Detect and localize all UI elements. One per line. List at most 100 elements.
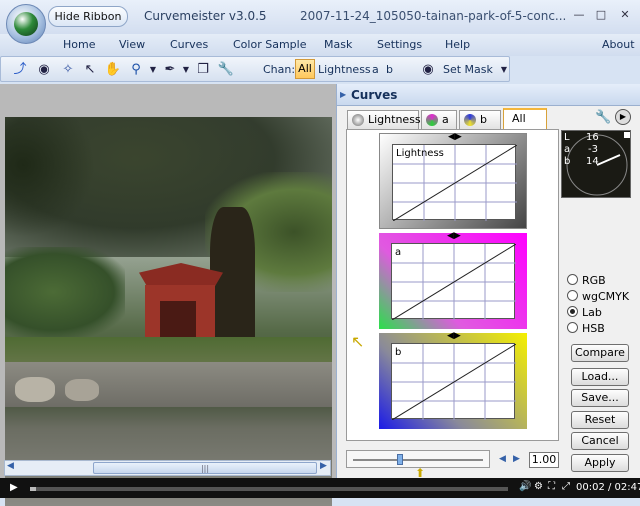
hand-icon[interactable]: ✋ (104, 61, 122, 79)
a-channel-icon (426, 114, 438, 126)
curves-panel: ▶ Curves Lightness a b All ◀▶ Lightness … (336, 84, 640, 480)
curves-header: ▶ Curves (337, 84, 640, 106)
tab-lightness[interactable]: Lightness (347, 110, 421, 129)
media-progress[interactable] (30, 487, 508, 491)
play-icon[interactable]: ▶ (10, 482, 18, 493)
lightness-icon (352, 114, 364, 126)
color-gauge: L 16 a -3 b 14 (561, 130, 631, 198)
cancel-button[interactable]: Cancel (571, 432, 629, 450)
move-arrow-icon: ◀▶ (447, 231, 461, 241)
app-orb-button[interactable] (6, 4, 46, 44)
lightness-curve-grid[interactable]: Lightness (392, 144, 517, 221)
curves-title: Curves (351, 88, 398, 102)
compare-button[interactable]: Compare (571, 344, 629, 362)
zoom-icon[interactable]: ⚲ (127, 61, 145, 79)
menu-curves[interactable]: Curves (170, 38, 208, 51)
a-graph-label: a (395, 247, 402, 258)
file-title: 2007-11-24_105050-tainan-park-of-5-conc.… (300, 9, 566, 23)
move-arrow-icon: ◀▶ (447, 331, 461, 341)
fullscreen-icon[interactable]: ⛶ (548, 481, 555, 492)
toolbar: ⤴ ◉ ✧ ↖ ✋ ⚲ ▼ ✒ ▼ ❐ 🔧 Chan: All Lightnes… (0, 56, 510, 82)
gauge-l-value: 16 (586, 132, 599, 143)
close-icon[interactable]: ✕ (618, 8, 632, 22)
pointer-icon[interactable]: ↖ (81, 61, 99, 79)
tab-a[interactable]: a (421, 110, 457, 129)
b-curve-grid[interactable]: b (391, 343, 516, 420)
mask-icon: ◉ (422, 62, 434, 77)
cursor-icon: ↖ (351, 332, 365, 351)
curves-controls: 🔧 ▶ L 16 a -3 b 14 RGB wgCMYK Lab HSB Co… (559, 109, 640, 472)
chevron-down-icon[interactable]: ▼ (177, 61, 195, 79)
media-controls: ▶ 🔊 ⚙ ⛶ ⤢ 00:02 / 02:47 (0, 478, 640, 498)
settings-icon[interactable]: ⚙ (534, 481, 543, 492)
hide-ribbon-button[interactable]: Hide Ribbon (48, 6, 128, 27)
menu-view[interactable]: View (119, 38, 145, 51)
menu-home[interactable]: Home (63, 38, 95, 51)
magic-wand-icon[interactable]: ✧ (59, 61, 77, 79)
scrollbar-thumb[interactable]: ||| (93, 462, 317, 474)
gauge-b-label: b (564, 156, 571, 167)
mask-icon[interactable]: ◉ (35, 61, 53, 79)
channel-lightness-button[interactable]: Lightness (318, 63, 371, 76)
apply-button[interactable]: Apply (571, 454, 629, 472)
b-graph-label: b (395, 347, 402, 358)
slider-thumb[interactable] (397, 454, 403, 465)
zoom-left-icon[interactable]: ◀ (499, 454, 506, 464)
mode-hsb-radio[interactable]: HSB (567, 322, 605, 335)
a-curve-box[interactable]: ◀▶ a (379, 231, 527, 329)
b-curve-box[interactable]: ◀▶ b (379, 331, 527, 429)
gauge-a-value: -3 (588, 144, 598, 155)
b-channel-icon (464, 114, 476, 126)
tab-b[interactable]: b (459, 110, 501, 129)
menu-mask[interactable]: Mask (324, 38, 352, 51)
set-mask-button[interactable]: Set Mask (443, 63, 493, 76)
horizontal-scrollbar[interactable]: ◀ ||| ▶ (4, 460, 331, 476)
maximize-icon[interactable]: □ (594, 8, 608, 22)
gauge-indicator-icon (624, 132, 630, 138)
save-button[interactable]: Save... (571, 389, 629, 407)
chevron-down-icon[interactable]: ▼ (495, 61, 513, 79)
curves-graph-area: ◀▶ Lightness ◀▶ a ◀▶ b (346, 129, 559, 441)
gauge-a-label: a (564, 144, 571, 155)
play-icon[interactable]: ▶ (615, 109, 631, 125)
gauge-l-label: L (564, 132, 570, 143)
channel-b-button[interactable]: b (386, 63, 393, 76)
mode-wgcmyk-radio[interactable]: wgCMYK (567, 290, 629, 303)
minimize-icon[interactable]: — (572, 8, 586, 22)
wrench-icon[interactable]: 🔧 (217, 61, 235, 79)
curve-pencil-icon[interactable]: ⤴ (11, 61, 29, 79)
gauge-b-value: 14 (586, 156, 599, 167)
zoom-value[interactable]: 1.00 (529, 452, 559, 468)
channel-a-button[interactable]: a (372, 63, 379, 76)
menu-settings[interactable]: Settings (377, 38, 422, 51)
photo-preview[interactable] (5, 117, 332, 506)
app-title: Curvemeister v3.0.5 (144, 9, 267, 23)
scroll-left-icon[interactable]: ◀ (7, 461, 14, 471)
media-time: 00:02 / 02:47 (576, 482, 640, 493)
chevron-down-icon[interactable]: ▼ (144, 61, 162, 79)
load-button[interactable]: Load... (571, 368, 629, 386)
image-pane: ◀ ||| ▶ (0, 84, 336, 506)
lightness-graph-label: Lightness (396, 148, 444, 159)
lightness-curve-box[interactable]: ◀▶ Lightness (379, 133, 527, 229)
copy-icon[interactable]: ❐ (194, 61, 212, 79)
title-bar: Hide Ribbon Curvemeister v3.0.5 2007-11-… (0, 0, 640, 44)
wrench-icon[interactable]: 🔧 (595, 110, 611, 125)
volume-icon[interactable]: 🔊 (519, 481, 531, 492)
tab-all[interactable]: All (503, 108, 547, 130)
channel-all-button[interactable]: All (295, 59, 315, 79)
zoom-right-icon[interactable]: ▶ (513, 454, 520, 464)
expand-icon[interactable]: ⤢ (562, 481, 570, 492)
menu-about[interactable]: About (602, 38, 635, 51)
menu-color-sample[interactable]: Color Sample (233, 38, 306, 51)
a-curve-grid[interactable]: a (391, 243, 516, 320)
move-arrow-icon: ◀▶ (448, 132, 462, 142)
menu-bar: Home View Curves Color Sample Mask Setti… (0, 34, 640, 56)
mode-rgb-radio[interactable]: RGB (567, 274, 606, 287)
channel-label: Chan: (263, 63, 296, 76)
reset-button[interactable]: Reset (571, 411, 629, 429)
collapse-icon[interactable]: ▶ (340, 90, 346, 99)
menu-help[interactable]: Help (445, 38, 470, 51)
scroll-right-icon[interactable]: ▶ (320, 461, 327, 471)
mode-lab-radio[interactable]: Lab (567, 306, 602, 319)
